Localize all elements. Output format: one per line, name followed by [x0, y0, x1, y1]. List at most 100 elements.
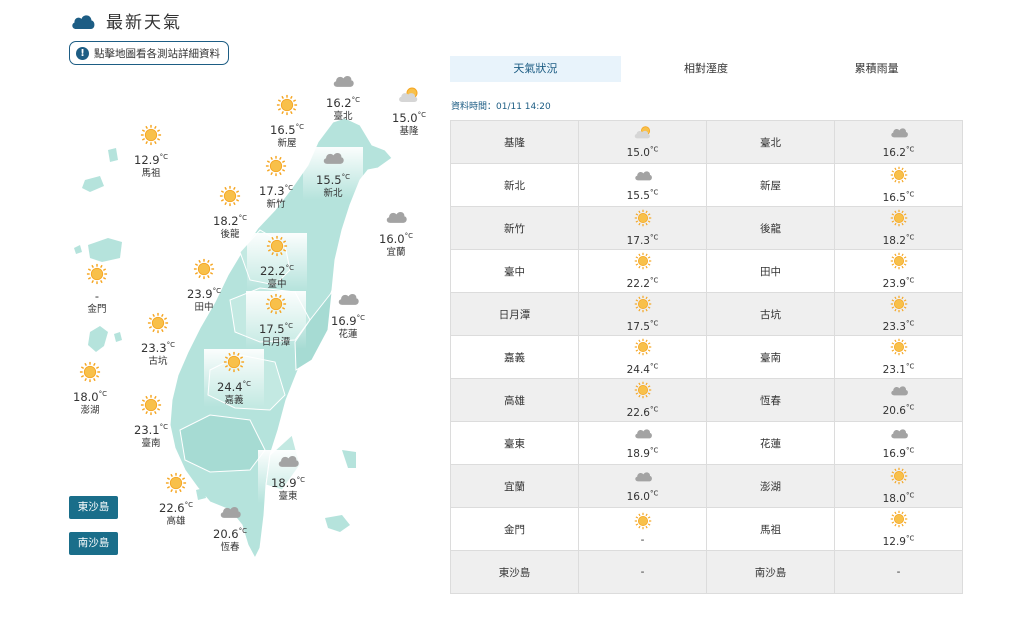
station-name-cell[interactable]: 新屋 [706, 163, 835, 207]
table-row: 新竹 17.3°C 後龍 18.2°C [450, 206, 963, 250]
temp-unit: °C [285, 264, 294, 272]
map-station[interactable]: 23.1°C 臺南 [121, 394, 181, 450]
station-temp-value: 17.5 [259, 321, 285, 336]
station-temp: 24.4°C [627, 362, 659, 376]
cloudy-icon [835, 426, 962, 443]
station-temp: 15.5°C [627, 188, 659, 202]
sun-icon [266, 235, 288, 257]
map-station[interactable]: 18.9°C 臺東 [258, 450, 318, 503]
station-name-cell[interactable]: 高雄 [450, 378, 579, 422]
station-temp-value: - [94, 289, 100, 303]
sun-icon [634, 253, 651, 270]
page-header: 最新天氣 [70, 8, 182, 33]
info-icon: ! [76, 46, 89, 60]
temp-unit: °C [906, 319, 915, 328]
station-value-cell: 17.5°C [578, 292, 707, 336]
station-temp: 22.2°C [247, 261, 307, 278]
map-hint-label: 點擊地圖看各測站詳細資料 [94, 47, 220, 60]
map-station[interactable]: 20.6°C 恆春 [200, 503, 260, 554]
sun-icon [223, 351, 245, 373]
cloud-icon [338, 293, 359, 305]
station-name-cell[interactable]: 花蓮 [706, 421, 835, 465]
station-temp-value: 22.6 [626, 406, 650, 419]
station-name-cell[interactable]: 新北 [450, 163, 579, 207]
station-temp-value: 24.4 [217, 379, 243, 394]
sun-icon [140, 124, 162, 146]
station-temp-value: 16.2 [326, 95, 352, 110]
table-row: 金門 - 馬祖 12.9°C [450, 507, 963, 551]
station-name-cell[interactable]: 南沙島 [706, 550, 835, 594]
tab-weather[interactable]: 天氣狀況 [450, 56, 621, 82]
temp-unit: °C [906, 276, 915, 285]
station-value-cell: 23.3°C [834, 292, 963, 336]
temp-unit: °C [166, 341, 175, 349]
sun-icon [165, 472, 187, 494]
station-temp-value: 20.6 [882, 404, 906, 417]
station-name-cell[interactable]: 古坑 [706, 292, 835, 336]
station-name-cell[interactable]: 臺北 [706, 120, 835, 164]
map-station[interactable]: 16.9°C 花蓮 [318, 290, 378, 341]
temp-unit: °C [650, 489, 659, 498]
station-name-cell[interactable]: 臺南 [706, 335, 835, 379]
station-temp-value: 15.5 [316, 172, 342, 187]
sunny-icon [835, 209, 962, 230]
temp-unit: °C [295, 123, 304, 131]
station-name-cell[interactable]: 田中 [706, 249, 835, 293]
station-temp: 16.0°C [366, 229, 426, 246]
station-temp: 18.2°C [200, 211, 260, 228]
map-station[interactable]: 16.2°C 臺北 [313, 72, 373, 123]
temp-unit: °C [341, 172, 350, 181]
map-station[interactable]: 16.0°C 宜蘭 [366, 208, 426, 259]
station-name-cell[interactable]: 澎湖 [706, 464, 835, 508]
cloudy-icon [200, 503, 260, 524]
temp-unit: °C [98, 390, 107, 398]
map-station[interactable]: 22.2°C 臺中 [247, 233, 307, 291]
station-temp-value: 16.2 [882, 146, 906, 159]
station-temp-value: 23.1 [882, 363, 906, 376]
station-name-cell[interactable]: 後龍 [706, 206, 835, 250]
sun-icon [86, 263, 108, 285]
map-hint-button[interactable]: ! 點擊地圖看各測站詳細資料 [69, 41, 229, 65]
tab-humidity[interactable]: 相對溼度 [621, 56, 792, 82]
table-row: 東沙島 - 南沙島 - [450, 550, 963, 594]
station-name-cell[interactable]: 新竹 [450, 206, 579, 250]
map-station[interactable]: 15.5°C 新北 [303, 147, 363, 200]
station-name-cell[interactable]: 宜蘭 [450, 464, 579, 508]
station-name-cell[interactable]: 馬祖 [706, 507, 835, 551]
map-station[interactable]: 22.6°C 高雄 [146, 472, 206, 528]
map-station[interactable]: 24.4°C 嘉義 [204, 349, 264, 407]
station-name-cell[interactable]: 臺東 [450, 421, 579, 465]
temp-unit: °C [650, 446, 659, 455]
sunny-icon [579, 512, 706, 533]
station-value-cell: 12.9°C [834, 507, 963, 551]
station-value-cell: 18.0°C [834, 464, 963, 508]
station-name: 馬祖 [141, 167, 161, 179]
map-station[interactable]: 18.0°C 澎湖 [60, 361, 120, 417]
station-name-cell[interactable]: 基隆 [450, 120, 579, 164]
station-name-cell[interactable]: 日月潭 [450, 292, 579, 336]
sunny-icon [67, 263, 127, 289]
station-name-cell[interactable]: 嘉義 [450, 335, 579, 379]
station-name-cell[interactable]: 恆春 [706, 378, 835, 422]
map-station[interactable]: 23.3°C 古坑 [128, 312, 188, 368]
temp-unit: °C [650, 188, 659, 197]
station-name-cell[interactable]: 金門 [450, 507, 579, 551]
station-name-cell[interactable]: 臺中 [450, 249, 579, 293]
station-temp-value: 23.3 [882, 320, 906, 333]
tab-rainfall[interactable]: 累積雨量 [791, 56, 962, 82]
sunny-icon [257, 94, 317, 120]
station-temp: 16.2°C [882, 145, 915, 159]
map-station[interactable]: 23.9°C 田中 [174, 258, 234, 314]
map-station[interactable]: 16.5°C 新屋 [257, 94, 317, 150]
dongsha-island-button[interactable]: 東沙島 [69, 496, 118, 519]
map-station[interactable]: 12.9°C 馬祖 [121, 124, 181, 180]
sun-icon [219, 185, 241, 207]
temp-unit: °C [159, 423, 168, 431]
station-name-cell[interactable]: 東沙島 [450, 550, 579, 594]
nansha-island-button[interactable]: 南沙島 [69, 532, 118, 555]
map-station[interactable]: 17.5°C 日月潭 [246, 291, 306, 349]
table-row: 臺中 22.2°C 田中 23.9°C [450, 249, 963, 293]
map-station[interactable]: 15.0°C 基隆 [379, 86, 439, 138]
map-station[interactable]: - 金門 [67, 263, 127, 316]
station-temp: 17.3°C [627, 233, 659, 247]
